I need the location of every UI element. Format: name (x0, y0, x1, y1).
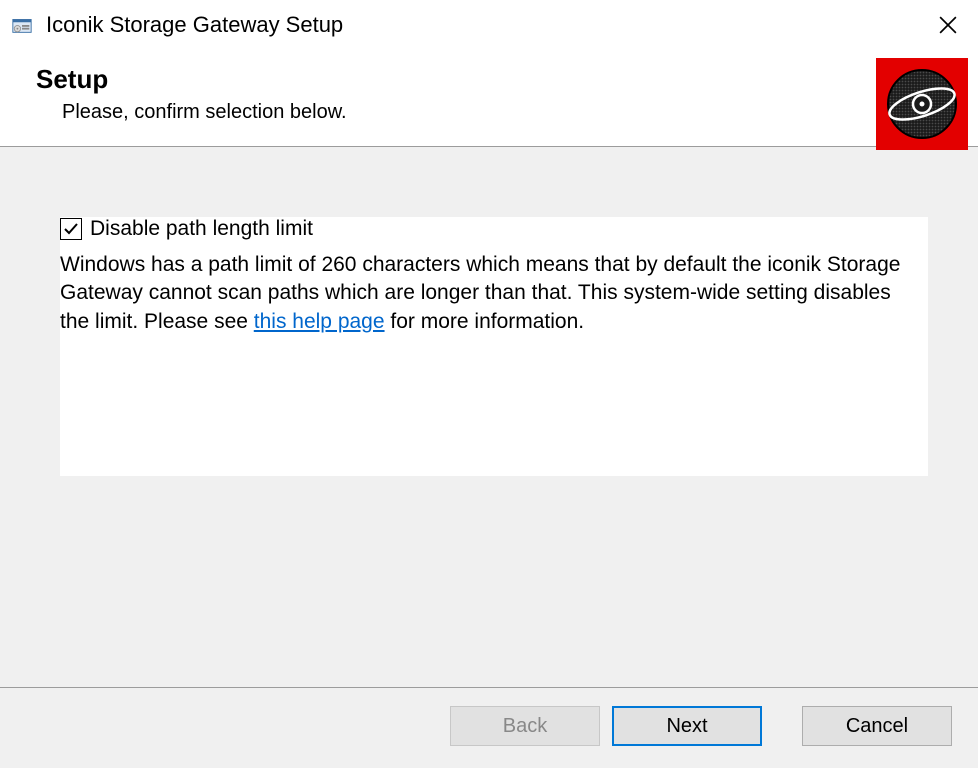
installer-icon (10, 13, 34, 37)
window-title: Iconik Storage Gateway Setup (46, 12, 924, 38)
close-button[interactable] (924, 5, 972, 45)
disc-icon (886, 68, 958, 140)
page-title: Setup (36, 64, 950, 95)
back-button: Back (450, 706, 600, 746)
installer-window: Iconik Storage Gateway Setup Setup Pleas… (0, 0, 978, 768)
next-button[interactable]: Next (612, 706, 762, 746)
cancel-button[interactable]: Cancel (802, 706, 952, 746)
content-panel: Disable path length limit Windows has a … (60, 217, 928, 476)
brand-icon (876, 58, 968, 150)
description-text: Windows has a path limit of 260 characte… (60, 251, 928, 476)
titlebar: Iconik Storage Gateway Setup (0, 0, 978, 50)
description-after: for more information. (385, 310, 585, 333)
footer: Back Next Cancel (0, 688, 978, 768)
header: Setup Please, confirm selection below. (0, 50, 978, 144)
checkbox-row: Disable path length limit (60, 217, 928, 241)
close-icon (939, 16, 957, 34)
disable-path-limit-checkbox[interactable] (60, 218, 82, 240)
checkbox-label: Disable path length limit (90, 217, 313, 241)
page-subtitle: Please, confirm selection below. (62, 101, 950, 124)
body: Disable path length limit Windows has a … (0, 147, 978, 687)
help-link[interactable]: this help page (254, 310, 385, 333)
check-icon (63, 221, 79, 237)
